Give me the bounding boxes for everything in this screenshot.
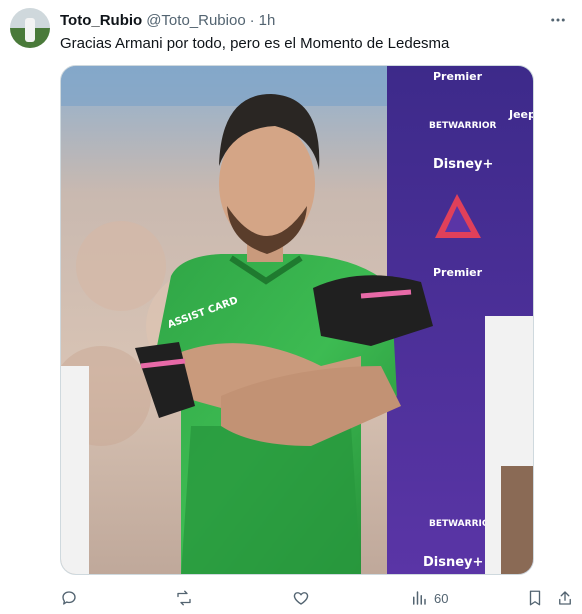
- views-count: 60: [434, 590, 449, 606]
- more-options-button[interactable]: [546, 8, 570, 32]
- more-horizontal-icon: [551, 18, 565, 22]
- views-button[interactable]: 60: [410, 587, 448, 609]
- banner-word-1: Premier: [433, 70, 483, 83]
- repost-icon: [177, 590, 191, 606]
- display-name[interactable]: Toto_Rubio: [60, 12, 142, 29]
- tweet-actions: 60: [60, 587, 580, 609]
- goalkeeper-photo: Premier BETWARRIOR Jeep Disney+ Premier …: [61, 66, 534, 574]
- share-icon: [559, 591, 571, 605]
- avatar[interactable]: [10, 8, 50, 48]
- tweet-text: Gracias Armani por todo, pero es el Mome…: [60, 35, 450, 52]
- reply-button[interactable]: [60, 587, 78, 609]
- user-handle[interactable]: @Toto_Rubioo: [146, 12, 245, 29]
- avatar-figure: [25, 18, 35, 42]
- banner-word-4: Disney+: [433, 157, 493, 172]
- bookmark-button[interactable]: [526, 587, 544, 609]
- banner-word-7: Disney+: [423, 555, 483, 570]
- timestamp[interactable]: 1h: [259, 12, 276, 29]
- tweet[interactable]: Toto_Rubio @Toto_Rubioo · 1h Gracias Arm…: [0, 0, 582, 614]
- banner-word-3: Jeep: [508, 108, 534, 121]
- heart-icon: [293, 592, 309, 605]
- views-icon: [413, 591, 426, 605]
- separator-dot: ·: [249, 11, 255, 29]
- like-button[interactable]: [292, 587, 310, 609]
- tweet-header: Toto_Rubio @Toto_Rubioo · 1h: [60, 10, 275, 30]
- banner-word-5: Premier: [433, 266, 483, 279]
- share-button[interactable]: [556, 587, 574, 609]
- banner-word-2: BETWARRIOR: [429, 121, 496, 131]
- reply-icon: [62, 591, 76, 605]
- bookmark-icon: [529, 590, 541, 606]
- repost-button[interactable]: [175, 587, 193, 609]
- tweet-photo[interactable]: Premier BETWARRIOR Jeep Disney+ Premier …: [60, 65, 534, 575]
